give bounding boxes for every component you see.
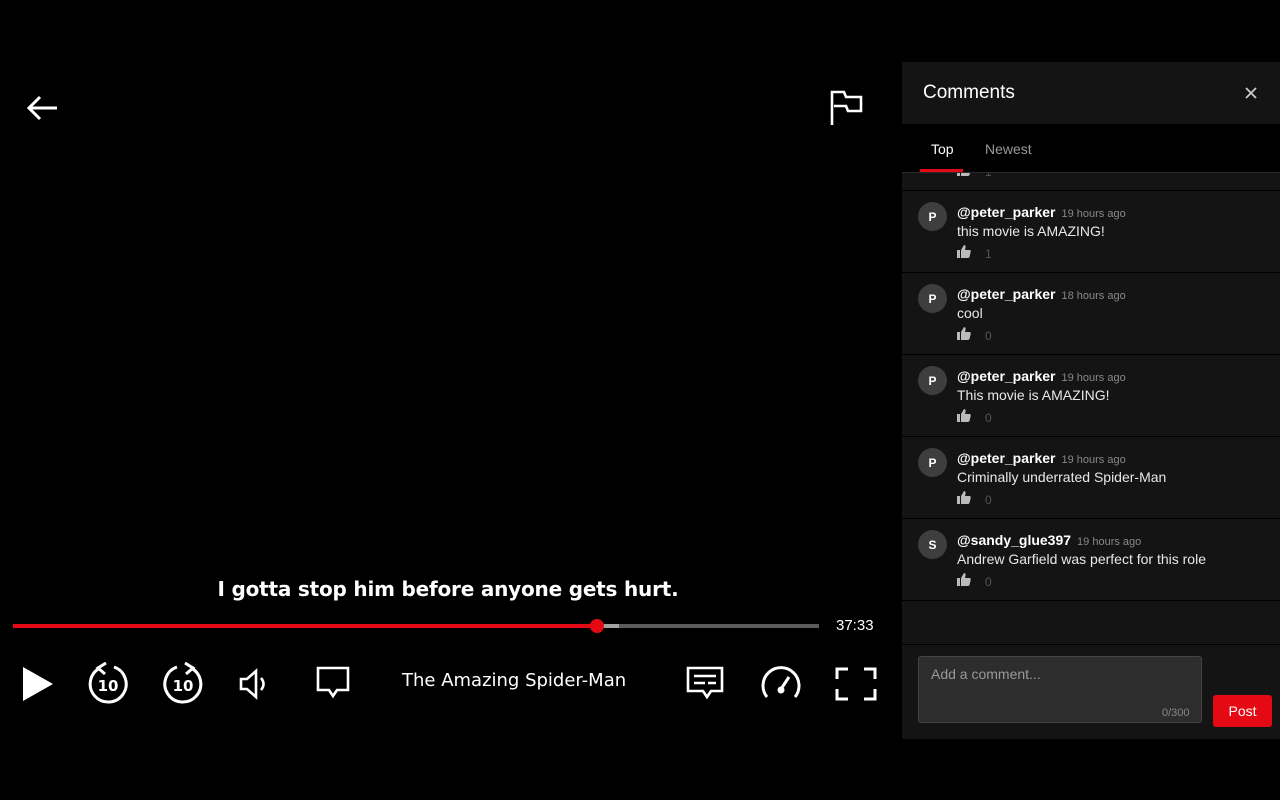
thumbs-up-icon xyxy=(957,491,971,504)
comment-username[interactable]: @peter_parker xyxy=(957,368,1055,384)
like-count: 0 xyxy=(985,493,992,507)
comment-composer: 0/300 Post xyxy=(902,644,1280,739)
thumbs-up-icon xyxy=(957,573,971,586)
comment-username[interactable]: @peter_parker xyxy=(957,286,1055,302)
subtitle-text: I gotta stop him before anyone gets hurt… xyxy=(217,577,679,601)
comment-item: S @sandy_glue397 19 hours ago Andrew Garfie… xyxy=(902,519,1280,601)
progress-played xyxy=(13,624,598,628)
close-icon xyxy=(1245,87,1257,99)
comment-item: P @peter_parker 18 hours ago cool 0 xyxy=(902,273,1280,355)
like-button[interactable] xyxy=(957,409,971,427)
comment-timestamp: 18 hours ago xyxy=(1061,290,1126,302)
comment-text: Andrew Garfield was perfect for this rol… xyxy=(957,551,1206,567)
comment-username[interactable]: @peter_parker xyxy=(957,450,1055,466)
video-title: The Amazing Spider-Man xyxy=(402,670,627,691)
comment-header: @peter_parker 19 hours ago xyxy=(957,450,1126,466)
comment-header: @peter_parker 18 hours ago xyxy=(957,286,1126,302)
avatar[interactable]: P xyxy=(918,202,947,231)
progress-bar[interactable] xyxy=(13,619,819,633)
forward-10-icon: 10 xyxy=(163,662,203,704)
avatar[interactable]: P xyxy=(918,366,947,395)
thumbs-up-icon xyxy=(957,173,970,176)
like-button[interactable] xyxy=(957,573,971,591)
like-count: 1 xyxy=(985,247,992,261)
time-remaining: 37:33 xyxy=(836,617,874,634)
comment-timestamp: 19 hours ago xyxy=(1077,536,1142,548)
close-comments-button[interactable] xyxy=(1240,82,1262,104)
thumbs-up-icon xyxy=(957,327,971,340)
volume-button[interactable] xyxy=(234,664,274,704)
progress-scrubber-handle[interactable] xyxy=(590,619,605,633)
post-button[interactable]: Post xyxy=(1213,695,1272,727)
comment-text: cool xyxy=(957,305,983,321)
video-player[interactable]: I gotta stop him before anyone gets hurt… xyxy=(0,0,902,800)
comment-bubble-icon xyxy=(316,666,350,699)
rewind-10-button[interactable]: 10 xyxy=(85,661,131,707)
play-icon xyxy=(23,667,53,701)
comments-tabs: Top Newest xyxy=(902,124,1280,173)
avatar[interactable]: P xyxy=(918,284,947,313)
like-count: 0 xyxy=(985,575,992,589)
avatar[interactable]: S xyxy=(918,530,947,559)
tab-newest[interactable]: Newest xyxy=(985,141,1032,157)
back-button[interactable] xyxy=(24,90,60,126)
volume-icon xyxy=(239,668,265,700)
play-button[interactable] xyxy=(16,662,58,706)
forward-10-button[interactable]: 10 xyxy=(160,661,206,707)
comments-panel: Comments Top Newest P @peter_parker 19 hou… xyxy=(902,62,1280,739)
rewind-seconds-label: 10 xyxy=(98,677,119,695)
comment-header: @peter_parker 19 hours ago xyxy=(957,368,1126,384)
comment-like-row: 0 xyxy=(957,327,992,345)
comments-title: Comments xyxy=(923,82,1015,103)
comment-text: This movie is AMAZING! xyxy=(957,387,1110,403)
comment-like-row: 1 xyxy=(957,173,992,181)
comment-item: P @peter_parker 19 hours ago This movie is … xyxy=(902,355,1280,437)
like-button[interactable] xyxy=(957,491,971,509)
comment-like-row: 0 xyxy=(957,573,992,591)
thumbs-up-icon xyxy=(957,409,971,422)
comment-item: P @peter_parker 19 hours ago this movie is … xyxy=(902,191,1280,273)
comments-toggle-button[interactable] xyxy=(313,662,353,704)
comment-like-row: 0 xyxy=(957,491,992,509)
comment-timestamp: 19 hours ago xyxy=(1061,454,1126,466)
subtitles-icon xyxy=(686,666,724,700)
flag-icon xyxy=(830,90,863,125)
comment-header: @sandy_glue397 19 hours ago xyxy=(957,532,1141,548)
like-count: 0 xyxy=(985,329,992,343)
like-button[interactable] xyxy=(957,245,971,263)
comment-like-row: 1 xyxy=(957,245,992,263)
comment-item: P@peter_parker19 hours agoThis movie is … xyxy=(902,173,1280,191)
fullscreen-button[interactable] xyxy=(834,664,878,704)
fullscreen-icon xyxy=(835,667,877,701)
like-button[interactable] xyxy=(957,173,971,181)
like-count: 0 xyxy=(985,411,992,425)
comment-header: @peter_parker 19 hours ago xyxy=(957,204,1126,220)
comment-timestamp: 19 hours ago xyxy=(1061,372,1126,384)
comment-text: Criminally underrated Spider-Man xyxy=(957,469,1167,485)
character-count: 0/300 xyxy=(1162,707,1190,719)
comment-timestamp: 19 hours ago xyxy=(1061,208,1126,220)
comment-username[interactable]: @peter_parker xyxy=(957,204,1055,220)
comment-text: this movie is AMAZING! xyxy=(957,223,1105,239)
comments-header: Comments xyxy=(902,62,1280,124)
like-button[interactable] xyxy=(957,327,971,345)
tab-top[interactable]: Top xyxy=(931,141,954,157)
forward-seconds-label: 10 xyxy=(173,677,194,695)
thumbs-up-icon xyxy=(957,245,971,258)
comment-item: P @peter_parker 19 hours ago Criminally und… xyxy=(902,437,1280,519)
playback-speed-button[interactable] xyxy=(758,662,804,704)
avatar[interactable]: P xyxy=(918,448,947,477)
speedometer-icon xyxy=(761,666,801,698)
comment-like-row: 0 xyxy=(957,409,992,427)
comment-list[interactable]: P @peter_parker 19 hours ago This movie is … xyxy=(902,173,1280,643)
like-count: 1 xyxy=(985,173,992,179)
rewind-10-icon: 10 xyxy=(88,662,128,704)
comment-input[interactable] xyxy=(918,656,1202,723)
report-button[interactable] xyxy=(826,88,866,128)
subtitles-button[interactable] xyxy=(684,662,726,704)
active-tab-indicator xyxy=(920,169,963,172)
arrow-left-icon xyxy=(26,95,57,121)
comment-username[interactable]: @sandy_glue397 xyxy=(957,532,1071,548)
